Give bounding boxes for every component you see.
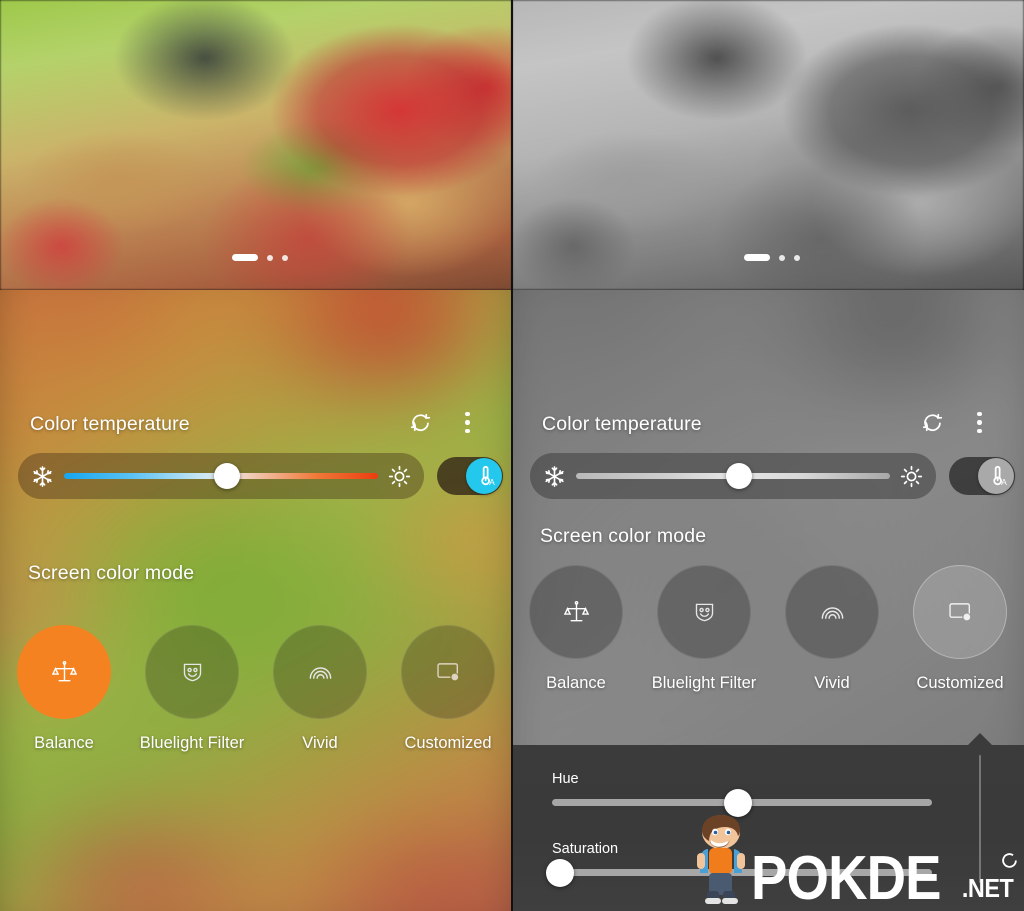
saturation-label: Saturation <box>552 841 619 857</box>
sheet-scrollbar[interactable] <box>979 755 981 883</box>
pager-dot-2[interactable] <box>267 254 273 261</box>
screen-color-mode-options: Balance Bluelight Filter Vivid Customize… <box>0 625 512 753</box>
mode-circle[interactable] <box>17 625 111 719</box>
temperature-track[interactable] <box>64 463 378 489</box>
svg-text:A: A <box>1001 477 1007 487</box>
mode-option-customized[interactable]: Customized <box>384 625 512 753</box>
refresh-icon[interactable] <box>922 412 943 433</box>
eye-shield-icon <box>695 603 713 621</box>
color-panel: Color temperature A Screen color mode Ba… <box>0 0 512 911</box>
mode-option-vivid[interactable]: Vivid <box>256 625 384 753</box>
mode-label: Vivid <box>302 734 338 752</box>
screen-color-mode-title: Screen color mode <box>28 562 195 584</box>
temperature-slider-pill[interactable] <box>18 453 424 499</box>
auto-temperature-toggle[interactable]: A <box>437 457 503 495</box>
mode-circle[interactable] <box>657 565 751 659</box>
saturation-track[interactable] <box>545 858 932 887</box>
mode-label: Balance <box>34 734 94 752</box>
thermometer-auto-icon: A <box>466 458 502 494</box>
pager-dot-2[interactable] <box>779 254 785 261</box>
pager-dot-1[interactable] <box>744 254 770 261</box>
mode-circle[interactable] <box>145 625 239 719</box>
more-vertical-icon[interactable] <box>977 412 982 433</box>
photo-image <box>512 0 1024 290</box>
mode-circle[interactable] <box>273 625 367 719</box>
thermometer-auto-icon: A <box>978 458 1014 494</box>
saturation-slider-row: Saturation <box>545 841 932 887</box>
berries-photo-preview <box>0 0 512 290</box>
color-temperature-title: Color temperature <box>542 413 702 435</box>
balance-scale-icon <box>51 660 77 681</box>
temperature-track[interactable] <box>576 463 890 489</box>
svg-text:A: A <box>489 477 495 487</box>
color-temperature-actions <box>410 412 470 433</box>
pokde-suffix-text: .NET <box>961 873 1014 903</box>
screen-color-mode-options: Balance Bluelight Filter Vivid Customize… <box>512 565 1024 693</box>
sun-icon <box>388 465 411 488</box>
color-temperature-actions <box>922 412 982 433</box>
balance-scale-icon <box>563 600 589 621</box>
photo-image <box>0 0 512 290</box>
mode-circle[interactable] <box>913 565 1007 659</box>
mode-circle[interactable] <box>785 565 879 659</box>
sheet-handle-arrow-icon[interactable] <box>967 733 993 746</box>
mode-circle[interactable] <box>401 625 495 719</box>
pager-dot-1[interactable] <box>232 254 258 261</box>
color-temperature-title: Color temperature <box>30 413 190 435</box>
photo-pager[interactable] <box>232 254 288 261</box>
rainbow-icon <box>309 666 331 679</box>
screenshot-root: Color temperature A Screen color mode Ba… <box>0 0 1024 911</box>
hue-track[interactable] <box>552 788 932 817</box>
eye-shield-icon <box>183 663 201 681</box>
berries-photo-preview-grayscale <box>512 0 1024 290</box>
pager-dot-3[interactable] <box>794 254 800 261</box>
mode-circle[interactable] <box>529 565 623 659</box>
mode-option-balance[interactable]: Balance <box>0 625 128 753</box>
sun-icon <box>900 465 923 488</box>
mode-label: Bluelight Filter <box>651 674 757 692</box>
mode-label: Customized <box>404 734 492 752</box>
snowflake-icon <box>543 465 566 488</box>
rainbow-icon <box>821 606 843 619</box>
snowflake-icon <box>31 465 54 488</box>
blurred-wallpaper <box>0 290 512 911</box>
mode-label: Vivid <box>814 674 850 692</box>
photo-pager[interactable] <box>744 254 800 261</box>
color-temperature-control: A <box>18 453 503 499</box>
screen-settings-icon <box>949 603 971 621</box>
panel-divider <box>511 0 513 911</box>
pager-dot-3[interactable] <box>282 254 288 261</box>
temperature-slider-pill[interactable] <box>530 453 936 499</box>
mode-label: Bluelight Filter <box>139 734 245 752</box>
settings-body <box>0 290 512 911</box>
mono-panel: Color temperature A Screen color mode Ba… <box>512 0 1024 911</box>
screen-color-mode-title: Screen color mode <box>540 525 707 547</box>
hue-label: Hue <box>552 771 579 787</box>
saturation-knob[interactable] <box>545 858 574 887</box>
mode-label: Customized <box>916 674 1004 692</box>
temperature-knob[interactable] <box>214 463 241 489</box>
more-vertical-icon[interactable] <box>465 412 470 433</box>
mode-option-vivid[interactable]: Vivid <box>768 565 896 693</box>
mode-option-customized[interactable]: Customized <box>896 565 1024 693</box>
color-temperature-control: A <box>530 453 1015 499</box>
auto-temperature-toggle[interactable]: A <box>949 457 1015 495</box>
hue-knob[interactable] <box>724 788 753 817</box>
mode-option-bluelight-filter[interactable]: Bluelight Filter <box>640 565 768 693</box>
pokde-ring-icon <box>1002 853 1017 868</box>
mode-option-bluelight-filter[interactable]: Bluelight Filter <box>128 625 256 753</box>
screen-settings-icon <box>437 663 459 681</box>
customized-settings-sheet: Hue Saturation POKDE .NET <box>512 733 1024 911</box>
mode-label: Balance <box>546 674 606 692</box>
hue-slider-row: Hue <box>552 771 932 817</box>
mode-option-balance[interactable]: Balance <box>512 565 640 693</box>
temperature-knob[interactable] <box>726 463 753 489</box>
refresh-icon[interactable] <box>410 412 431 433</box>
